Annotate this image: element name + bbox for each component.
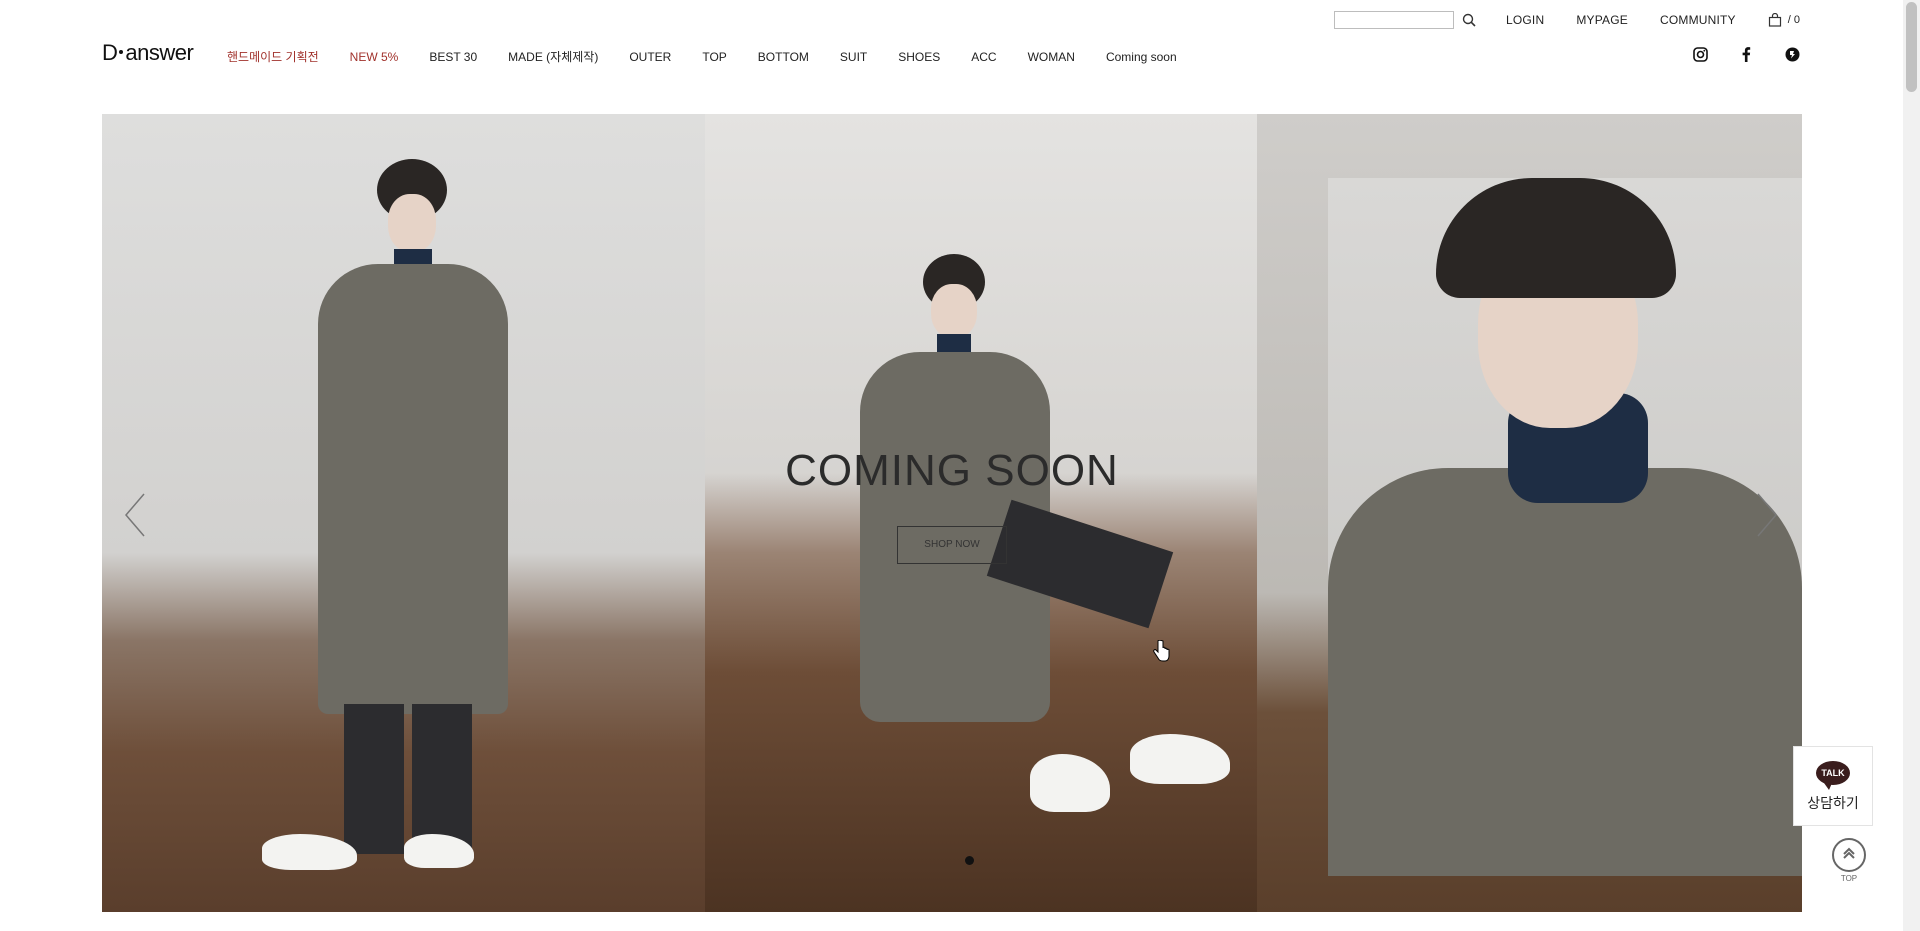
brand-logo[interactable]: Danswer: [102, 40, 194, 66]
instagram-icon[interactable]: [1692, 46, 1708, 62]
talk-label: 상담하기: [1807, 795, 1859, 811]
facebook-icon[interactable]: [1738, 46, 1754, 62]
login-link[interactable]: LOGIN: [1506, 13, 1544, 27]
model-pants: [344, 704, 404, 854]
chevron-right-icon: [1757, 493, 1777, 537]
mypage-link[interactable]: MYPAGE: [1576, 13, 1628, 27]
brand-logo-dot: [119, 50, 124, 55]
prev-slide-button[interactable]: [120, 490, 150, 540]
utility-bar: LOGIN MYPAGE COMMUNITY / 0: [1333, 10, 1800, 30]
nav-best-30[interactable]: BEST 30: [429, 50, 477, 64]
nav-coming-soon[interactable]: Coming soon: [1106, 50, 1177, 64]
model-shoe: [1130, 734, 1230, 784]
main-nav: 핸드메이드 기획전 NEW 5% BEST 30 MADE (자체제작) OUT…: [227, 48, 1208, 65]
slide-dot-active[interactable]: [965, 856, 974, 865]
shop-now-button[interactable]: SHOP NOW: [897, 526, 1007, 564]
hero-title: COMING SOON: [785, 446, 1119, 495]
cart-count: / 0: [1787, 14, 1800, 26]
kakaostory-icon[interactable]: [1784, 46, 1800, 62]
community-link[interactable]: COMMUNITY: [1660, 13, 1736, 27]
brand-logo-part: D: [102, 40, 118, 65]
nav-woman[interactable]: WOMAN: [1028, 50, 1075, 64]
nav-made[interactable]: MADE (자체제작): [508, 48, 598, 65]
scroll-top-button[interactable]: TOP: [1831, 838, 1867, 883]
model-face: [388, 194, 436, 252]
hero-caption: COMING SOON SHOP NOW: [102, 446, 1802, 564]
chevron-up-icon: [1832, 838, 1866, 872]
model-shoe: [1030, 754, 1110, 812]
top-label: TOP: [1840, 874, 1858, 883]
shopping-bag-icon: [1768, 13, 1781, 27]
slide-pagination: [965, 856, 974, 865]
brand-logo-part: answer: [125, 40, 194, 65]
model-shoe: [262, 834, 357, 870]
chevron-left-icon: [125, 493, 145, 537]
nav-shoes[interactable]: SHOES: [898, 50, 940, 64]
nav-outer[interactable]: OUTER: [629, 50, 671, 64]
search-input[interactable]: [1333, 11, 1454, 29]
nav-top[interactable]: TOP: [702, 50, 726, 64]
nav-suit[interactable]: SUIT: [840, 50, 867, 64]
search-icon[interactable]: [1460, 11, 1478, 29]
model-pants: [412, 704, 472, 854]
nav-acc[interactable]: ACC: [971, 50, 996, 64]
hand-cursor-icon: [1152, 639, 1170, 667]
social-links: [1692, 46, 1800, 62]
kakao-talk-chat-button[interactable]: TALK 상담하기: [1793, 746, 1873, 826]
cart-button[interactable]: / 0: [1768, 13, 1800, 27]
model-face: [931, 284, 977, 338]
scrollbar-thumb[interactable]: [1906, 2, 1917, 92]
model-cap: [1436, 178, 1676, 298]
talk-bubble-icon: TALK: [1816, 761, 1850, 790]
nav-new[interactable]: NEW 5%: [350, 50, 399, 64]
next-slide-button[interactable]: [1752, 490, 1782, 540]
page-scrollbar[interactable]: [1903, 0, 1920, 931]
nav-bottom[interactable]: BOTTOM: [758, 50, 809, 64]
nav-handmade-promo[interactable]: 핸드메이드 기획전: [227, 48, 319, 65]
hero-slider: COMING SOON SHOP NOW: [102, 114, 1802, 912]
